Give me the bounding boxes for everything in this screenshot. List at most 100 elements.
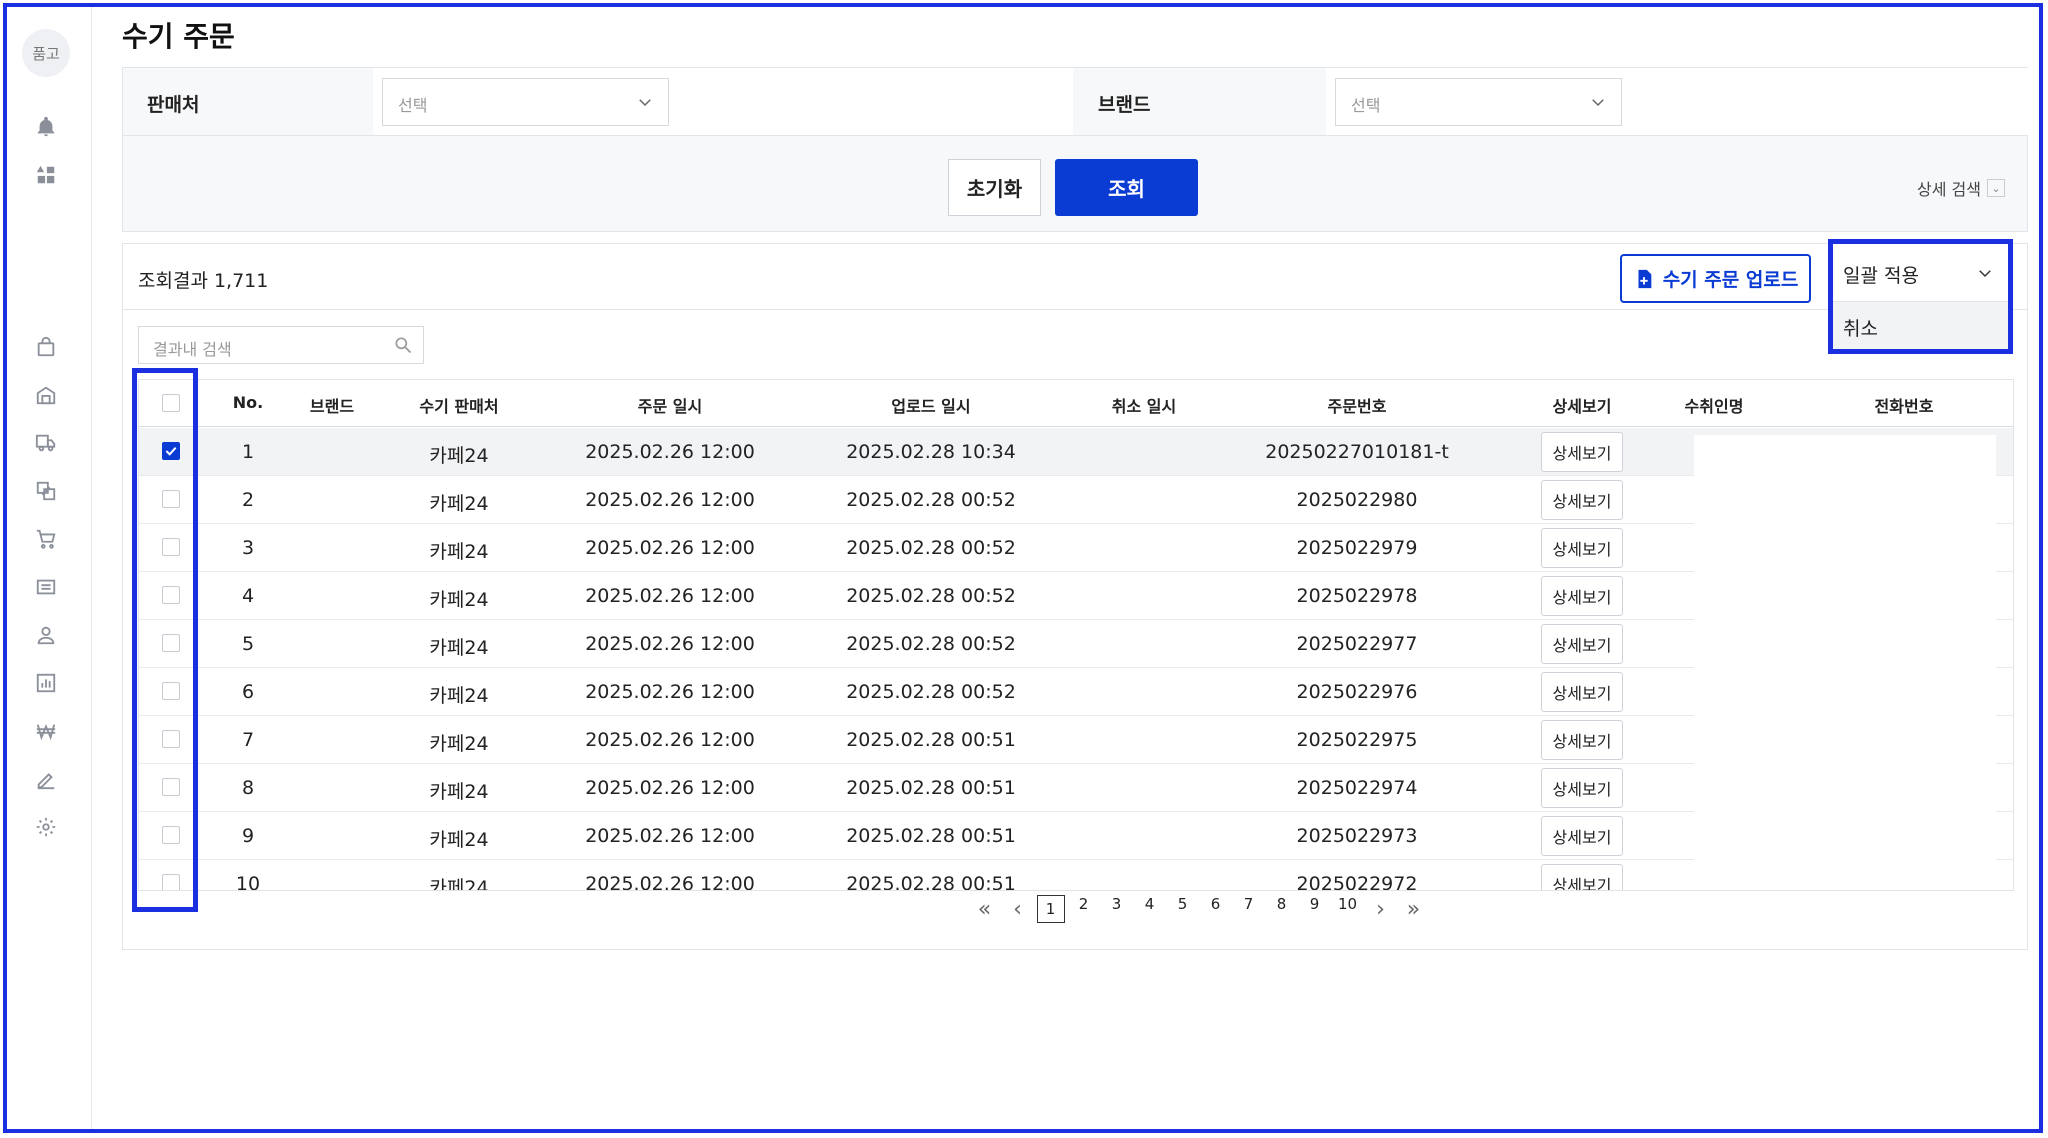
chart-icon[interactable] — [31, 668, 61, 698]
detail-button[interactable]: 상세보기 — [1541, 816, 1623, 856]
row-checkbox[interactable] — [162, 490, 180, 508]
page-number-button[interactable]: 5 — [1166, 895, 1199, 923]
chevron-down-icon — [639, 99, 651, 107]
page-number-button[interactable]: 2 — [1067, 895, 1100, 923]
page-number-button[interactable]: 3 — [1100, 895, 1133, 923]
col-detail: 상세보기 — [1552, 397, 1612, 416]
detail-button[interactable]: 상세보기 — [1541, 528, 1623, 568]
page-title: 수기 주문 — [122, 20, 235, 53]
detail-button[interactable]: 상세보기 — [1541, 768, 1623, 808]
results-header: 조회결과 1,711 수기 주문 업로드 — [123, 244, 2027, 310]
cell-order-no: 2025022978 — [1296, 585, 1418, 607]
brand-label: 브랜드 — [1098, 94, 1151, 116]
detail-button[interactable]: 상세보기 — [1541, 720, 1623, 760]
seller-select[interactable]: 선택 — [382, 78, 669, 126]
brand-select-value: 선택 — [1351, 96, 1381, 115]
row-checkbox[interactable] — [162, 634, 180, 652]
bag-icon[interactable] — [31, 332, 61, 362]
results-panel: 조회결과 1,711 수기 주문 업로드 일괄 적용 취소 결과내 검색 No.… — [122, 239, 2028, 950]
edit-icon[interactable] — [31, 764, 61, 794]
result-search-input[interactable]: 결과내 검색 — [138, 326, 424, 364]
won-icon[interactable] — [31, 716, 61, 746]
next-page-button[interactable]: › — [1364, 897, 1397, 922]
row-checkbox[interactable] — [162, 778, 180, 796]
dashboard-icon[interactable] — [31, 160, 61, 190]
brand-logo[interactable]: 품고 — [22, 29, 70, 77]
cell-upload-date: 2025.02.28 00:52 — [846, 489, 1016, 511]
first-page-button[interactable]: « — [968, 897, 1001, 922]
detail-button[interactable]: 상세보기 — [1541, 480, 1623, 520]
bulk-apply-dropdown: 일괄 적용 취소 — [1828, 239, 2013, 354]
row-checkbox[interactable] — [162, 442, 180, 460]
col-no: No. — [232, 393, 264, 412]
row-checkbox[interactable] — [162, 874, 180, 890]
list-icon[interactable] — [31, 572, 61, 602]
cell-order-date: 2025.02.26 12:00 — [585, 729, 755, 751]
reset-button[interactable]: 초기화 — [948, 159, 1041, 216]
detail-search-toggle[interactable]: 상세 검색 ⌄ — [1917, 176, 2005, 200]
row-checkbox[interactable] — [162, 826, 180, 844]
page-number-label: 4 — [1144, 895, 1155, 913]
cell-upload-date: 2025.02.28 10:34 — [846, 441, 1016, 463]
col-phone: 전화번호 — [1874, 397, 1934, 416]
page-numbers: 1 2 3 4 5 6 7 8 9 10 — [1034, 895, 1364, 923]
page-number-label: 6 — [1210, 895, 1221, 913]
page-number-button[interactable]: 9 — [1298, 895, 1331, 923]
page-number-button[interactable]: 8 — [1265, 895, 1298, 923]
upload-button-label: 수기 주문 업로드 — [1662, 269, 1799, 291]
cell-seller: 카페24 — [429, 829, 489, 851]
cell-upload-date: 2025.02.28 00:52 — [846, 537, 1016, 559]
detail-button[interactable]: 상세보기 — [1541, 864, 1623, 890]
cell-upload-date: 2025.02.28 00:51 — [846, 777, 1016, 799]
col-upload-date: 업로드 일시 — [891, 397, 971, 416]
cell-order-no: 20250227010181-t — [1265, 441, 1449, 463]
detail-button[interactable]: 상세보기 — [1541, 432, 1623, 472]
cell-order-no: 2025022974 — [1296, 777, 1418, 799]
result-count: 조회결과 1,711 — [138, 270, 269, 292]
transfer-icon[interactable] — [31, 476, 61, 506]
cell-seller: 카페24 — [429, 541, 489, 563]
cell-seller: 카페24 — [429, 685, 489, 707]
redacted-area — [1694, 435, 1996, 890]
detail-button[interactable]: 상세보기 — [1541, 672, 1623, 712]
row-checkbox[interactable] — [162, 682, 180, 700]
store-icon[interactable] — [31, 380, 61, 410]
col-order-date: 주문 일시 — [637, 397, 703, 416]
row-checkbox[interactable] — [162, 538, 180, 556]
cell-no: 2 — [241, 489, 255, 511]
page-number-label: 10 — [1337, 895, 1358, 913]
page-number-label: 7 — [1243, 895, 1254, 913]
cell-order-date: 2025.02.26 12:00 — [585, 633, 755, 655]
brand-select[interactable]: 선택 — [1335, 78, 1622, 126]
bell-icon[interactable] — [31, 112, 61, 142]
sidebar: 품고 — [7, 7, 92, 1131]
cell-order-date: 2025.02.26 12:00 — [585, 489, 755, 511]
page-number-button[interactable]: 10 — [1331, 895, 1364, 923]
row-checkbox[interactable] — [162, 730, 180, 748]
page-number-button[interactable]: 7 — [1232, 895, 1265, 923]
cell-order-no: 2025022972 — [1296, 873, 1418, 891]
bulk-apply-select[interactable]: 일괄 적용 — [1833, 244, 2008, 302]
detail-button[interactable]: 상세보기 — [1541, 624, 1623, 664]
manual-order-upload-button[interactable]: 수기 주문 업로드 — [1620, 254, 1811, 303]
cart-icon[interactable] — [31, 524, 61, 554]
cell-order-date: 2025.02.26 12:00 — [585, 777, 755, 799]
page-number-button[interactable]: 6 — [1199, 895, 1232, 923]
row-checkbox[interactable] — [162, 586, 180, 604]
settings-icon[interactable] — [31, 812, 61, 842]
cell-order-no: 2025022977 — [1296, 633, 1418, 655]
table-header: No. 브랜드 수기 판매처 주문 일시 업로드 일시 취소 일시 주문번호 상… — [139, 380, 2013, 427]
last-page-button[interactable]: » — [1397, 897, 1430, 922]
truck-icon[interactable] — [31, 428, 61, 458]
cell-order-no: 2025022973 — [1296, 825, 1418, 847]
cell-upload-date: 2025.02.28 00:51 — [846, 873, 1016, 891]
col-seller: 수기 판매처 — [419, 397, 499, 416]
page-number-button[interactable]: 1 — [1034, 895, 1067, 923]
prev-page-button[interactable]: ‹ — [1001, 897, 1034, 922]
user-icon[interactable] — [31, 620, 61, 650]
page-number-button[interactable]: 4 — [1133, 895, 1166, 923]
bulk-option-cancel[interactable]: 취소 — [1833, 302, 2008, 349]
select-all-checkbox[interactable] — [162, 394, 180, 412]
detail-button[interactable]: 상세보기 — [1541, 576, 1623, 616]
search-button[interactable]: 조회 — [1055, 159, 1198, 216]
